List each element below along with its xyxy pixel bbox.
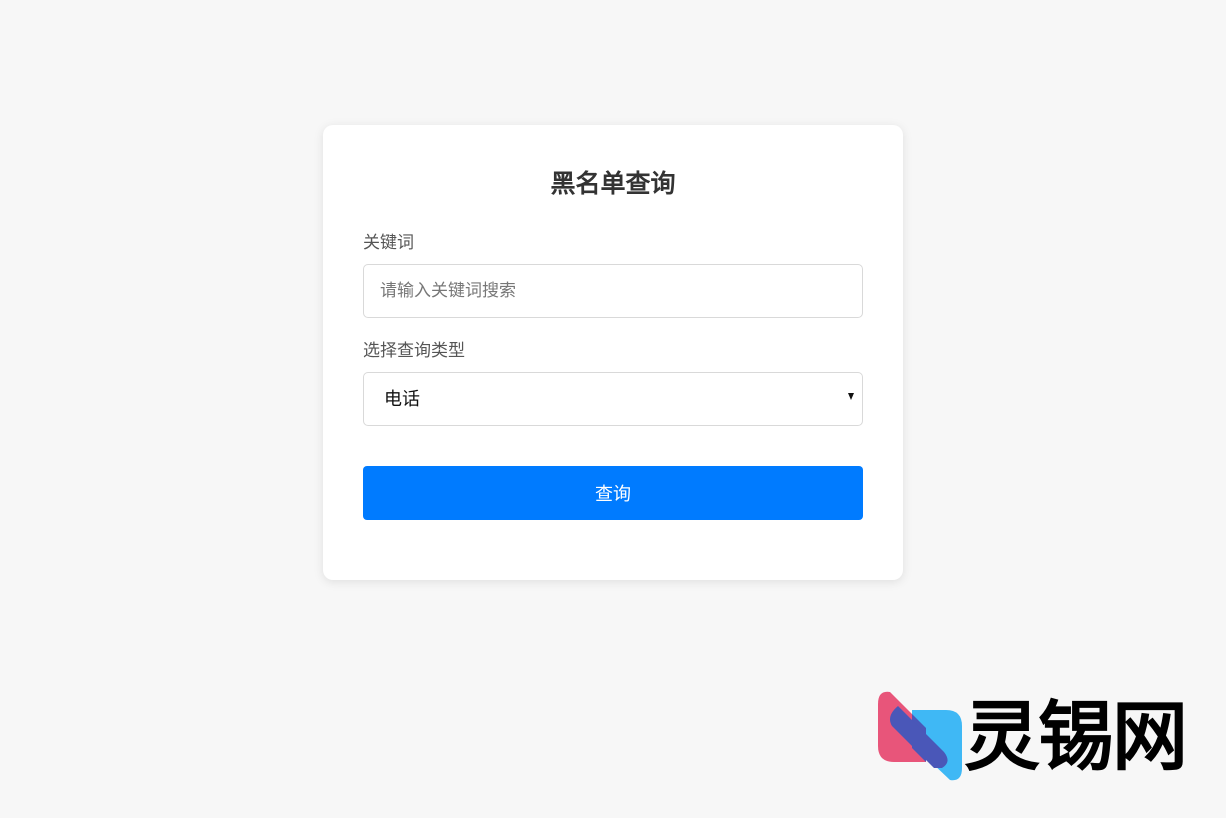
query-type-label: 选择查询类型 xyxy=(363,341,465,361)
query-type-select[interactable]: 电话 xyxy=(363,372,863,426)
query-button[interactable]: 查询 xyxy=(363,466,863,520)
query-card: 黑名单查询 关键词 选择查询类型 电话 查询 xyxy=(323,125,903,580)
watermark-text: 灵锡网 xyxy=(964,692,1188,781)
keyword-input[interactable] xyxy=(363,264,863,318)
watermark-logo: 灵锡网 xyxy=(876,690,1196,785)
logo-icon xyxy=(878,691,962,781)
page-title: 黑名单查询 xyxy=(550,169,676,198)
keyword-label: 关键词 xyxy=(363,233,414,253)
caret-down-icon xyxy=(848,393,854,400)
query-type-selected-value: 电话 xyxy=(384,389,420,410)
